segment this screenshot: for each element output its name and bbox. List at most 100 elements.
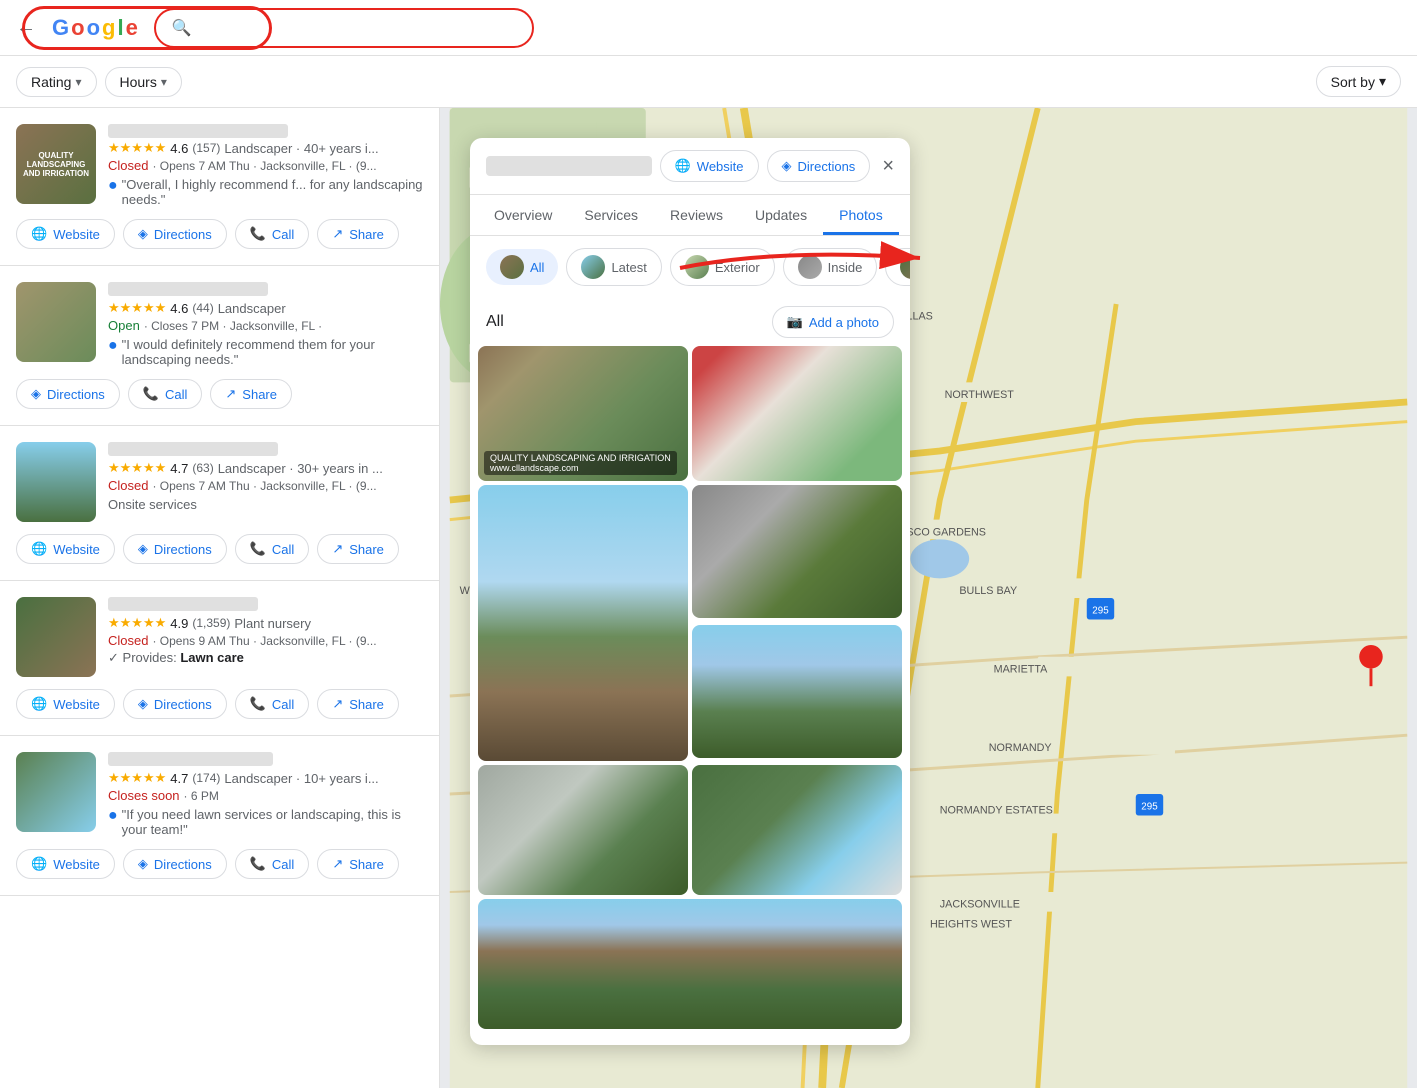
listing-3-website-btn[interactable]: 🌐 Website (16, 534, 115, 564)
svg-text:295: 295 (1092, 606, 1109, 617)
listing-3-image[interactable] (16, 442, 96, 522)
listing-1-website-btn[interactable]: 🌐 Website (16, 219, 115, 249)
listing-1-image[interactable]: QUALITY LANDSCAPING AND IRRIGATION (16, 124, 96, 204)
web-3-icon: 🌐 (31, 541, 47, 557)
search-input[interactable]: jacksonville landscaping (200, 19, 516, 36)
tab-updates[interactable]: Updates (739, 195, 823, 235)
filter-by-owner[interactable]: By o... (885, 248, 910, 286)
call-5-icon: 📞 (250, 856, 266, 872)
filter-inside-label: Inside (828, 260, 863, 275)
photo-house[interactable]: QUALITY LANDSCAPING AND IRRIGATIONwww.cl… (478, 346, 688, 481)
dir-5-icon: ◈ (138, 856, 148, 872)
photo-tall-trees[interactable] (478, 899, 902, 1029)
hours-filter[interactable]: Hours ▾ (105, 67, 182, 97)
photo-yard[interactable] (692, 485, 902, 618)
svg-text:295: 295 (1141, 802, 1158, 813)
listing-3-share-btn[interactable]: ↗ Share (317, 534, 399, 564)
listing-4-status: Closed · Opens 9 AM Thu · Jacksonville, … (108, 633, 423, 648)
listing-2-call-btn[interactable]: 📞 Call (128, 379, 203, 409)
stars-4-icon: ★★★★★ (108, 615, 166, 631)
website-label: Website (53, 227, 100, 242)
dir-3-icon: ◈ (138, 541, 148, 557)
photo-section-title: All (486, 313, 504, 331)
photo-dock[interactable] (478, 485, 688, 761)
listing-4-rating: 4.9 (170, 616, 188, 631)
listing-2-count: (44) (192, 301, 213, 315)
listing-4-share-btn[interactable]: ↗ Share (317, 689, 399, 719)
share-4-label: Share (349, 697, 384, 712)
stars-icon: ★★★★★ (108, 140, 166, 156)
call-3-icon: 📞 (250, 541, 266, 557)
listing-1-status: Closed · Opens 7 AM Thu · Jacksonville, … (108, 158, 423, 173)
tab-reviews[interactable]: Reviews (654, 195, 739, 235)
filter-latest[interactable]: Latest (566, 248, 661, 286)
web-4-icon: 🌐 (31, 696, 47, 712)
photo-porch[interactable] (692, 346, 902, 481)
listing-1-img-text: QUALITY LANDSCAPING AND IRRIGATION (20, 151, 92, 178)
detail-directions-btn[interactable]: ◈ Directions (767, 150, 871, 182)
listing-4-image[interactable] (16, 597, 96, 677)
listing-4-count: (1,359) (192, 616, 230, 630)
listing-1-stars: ★★★★★ 4.6 (157) Landscaper · 40+ years i… (108, 140, 423, 156)
photo-plants[interactable] (692, 765, 902, 895)
listing-1-call-btn[interactable]: 📞 Call (235, 219, 310, 249)
camera-icon: 📷 (787, 314, 803, 330)
listing-2-directions-btn[interactable]: ◈ Directions (16, 379, 120, 409)
dir-4-icon: ◈ (138, 696, 148, 712)
listing-4-website-btn[interactable]: 🌐 Website (16, 689, 115, 719)
rating-filter-label: Rating (31, 74, 71, 90)
chip-thumb-all (500, 255, 524, 279)
provides-value: Lawn care (180, 650, 244, 665)
search-bar[interactable]: 🔍 jacksonville landscaping (154, 8, 534, 48)
dir-3-label: Directions (154, 542, 212, 557)
call-5-label: Call (272, 857, 294, 872)
listing-1: QUALITY LANDSCAPING AND IRRIGATION ★★★★★… (0, 108, 439, 266)
listing-2-image[interactable] (16, 282, 96, 362)
photo-house2[interactable] (478, 765, 688, 895)
listing-1-share-btn[interactable]: ↗ Share (317, 219, 399, 249)
globe-icon: 🌐 (31, 226, 47, 242)
listing-2-review-text: "I would definitely recommend them for y… (122, 337, 423, 367)
tab-services[interactable]: Services (568, 195, 654, 235)
rating-filter[interactable]: Rating ▾ (16, 67, 97, 97)
filter-exterior[interactable]: Exterior (670, 248, 775, 286)
listing-5: ★★★★★ 4.7 (174) Landscaper · 10+ years i… (0, 736, 439, 896)
detail-website-btn[interactable]: 🌐 Website (660, 150, 759, 182)
map-area[interactable]: FOREST TRAILS DINSMORE SPAULDING LINCOLN… (440, 108, 1417, 1088)
listing-2-share-btn[interactable]: ↗ Share (210, 379, 292, 409)
listing-4-call-btn[interactable]: 📞 Call (235, 689, 310, 719)
dir-2-label: Directions (47, 387, 105, 402)
listing-1-status-text: Closed (108, 158, 148, 173)
listing-5-share-btn[interactable]: ↗ Share (317, 849, 399, 879)
review-5-dot: ● (108, 807, 118, 825)
detail-website-label: Website (697, 159, 744, 174)
dir-5-label: Directions (154, 857, 212, 872)
filter-inside[interactable]: Inside (783, 248, 878, 286)
svg-text:NORMANDY: NORMANDY (989, 742, 1052, 754)
tab-photos[interactable]: Photos (823, 195, 899, 235)
listing-5-image[interactable] (16, 752, 96, 832)
listing-1-directions-btn[interactable]: ◈ Directions (123, 219, 227, 249)
detail-close-btn[interactable]: × (882, 155, 894, 178)
listing-5-call-btn[interactable]: 📞 Call (235, 849, 310, 879)
listing-3-directions-btn[interactable]: ◈ Directions (123, 534, 227, 564)
sort-button[interactable]: Sort by ▾ (1316, 66, 1401, 97)
listing-3-extra: Onsite services (108, 497, 423, 512)
listing-5-detail: · 6 PM (184, 789, 219, 803)
add-photo-btn[interactable]: 📷 Add a photo (772, 306, 894, 338)
back-button[interactable]: ← (16, 16, 36, 39)
svg-text:JACKSONVILLE: JACKSONVILLE (940, 899, 1020, 911)
listing-2-actions: ◈ Directions 📞 Call ↗ Share (16, 379, 423, 409)
listing-4-provides: ✓ Provides: Lawn care (108, 650, 423, 666)
listing-3-detail: · Opens 7 AM Thu · Jacksonville, FL · (9… (152, 479, 376, 493)
listing-4-directions-btn[interactable]: ◈ Directions (123, 689, 227, 719)
detail-overlay: 🌐 Website ◈ Directions × Overview Servic… (470, 138, 910, 1045)
chip-thumb-inside (798, 255, 822, 279)
listing-5-directions-btn[interactable]: ◈ Directions (123, 849, 227, 879)
tab-overview[interactable]: Overview (478, 195, 568, 235)
filter-all[interactable]: All (486, 249, 558, 285)
listing-3-call-btn[interactable]: 📞 Call (235, 534, 310, 564)
web-4-label: Website (53, 697, 100, 712)
listing-5-website-btn[interactable]: 🌐 Website (16, 849, 115, 879)
photo-trees[interactable] (692, 625, 902, 758)
